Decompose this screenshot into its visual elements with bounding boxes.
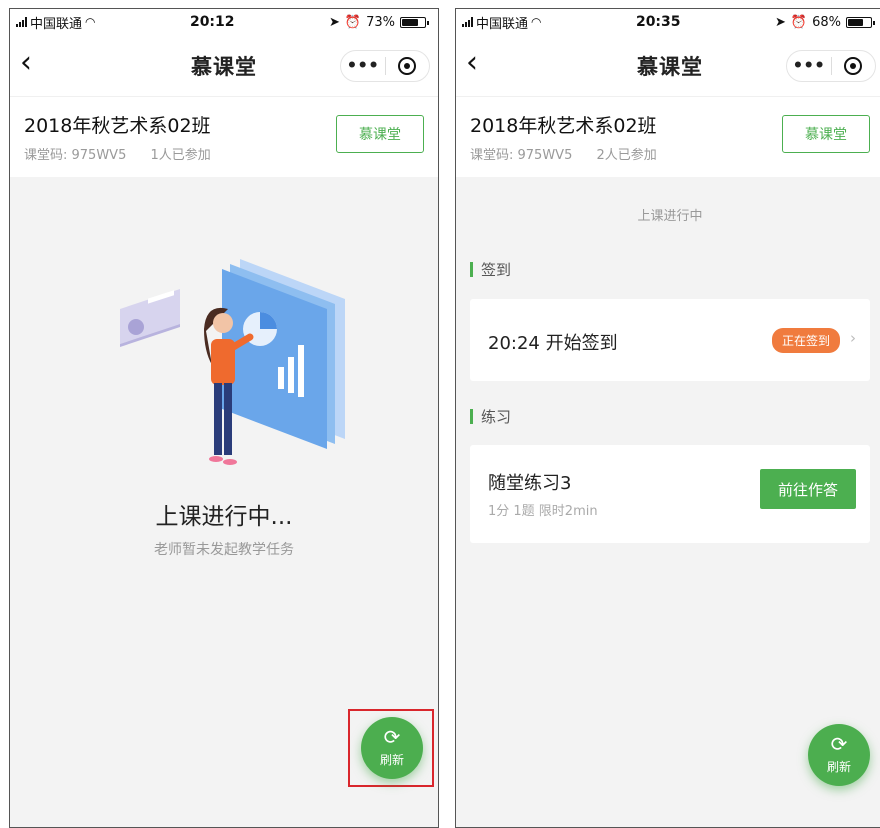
signal-icon [16,17,27,27]
participant-count: 1人已参加 [150,148,211,163]
miniprogram-capsule: ••• [786,50,876,82]
presentation-board [222,259,345,449]
more-icon[interactable]: ••• [341,56,385,76]
close-miniprogram-icon[interactable] [832,56,876,76]
status-bar: 中国联通 ◠ 20:35 ➤ ⏰ 68% [456,9,880,35]
location-icon: ➤ [774,14,786,30]
carrier-name: 中国联通 [30,16,83,32]
start-answer-button[interactable]: 前往作答 [760,469,856,509]
section-practice-header: 练习 [470,406,511,427]
phone-screen-left: 中国联通 ◠ 20:12 ➤ ⏰ 73% ‹ 慕课堂 ••• 2018年秋艺术系… [9,8,439,828]
status-time: 20:12 [189,14,235,30]
wifi-icon: ◠ [531,15,542,29]
refresh-button[interactable]: ⟳ 刷新 [808,724,870,786]
battery-percent: 73% [366,14,395,30]
refresh-icon: ⟳ [830,732,848,756]
practice-meta: 1分 1题 限时2min [488,504,598,519]
session-status: 上课进行中 [637,209,703,224]
wifi-icon: ◠ [85,15,96,29]
page-title: 慕课堂 [191,54,257,79]
section-checkin-header: 签到 [470,259,511,280]
mooc-button[interactable]: 慕课堂 [782,115,870,153]
class-info: 2018年秋艺术系02班 课堂码: 975WV5 2人已参加 慕课堂 [456,97,880,177]
page-title: 慕课堂 [637,54,703,79]
practice-title: 随堂练习3 [488,473,572,494]
nav-bar: ‹ 慕课堂 ••• [456,35,880,97]
checkin-card[interactable]: 20:24 开始签到 正在签到 › [470,299,870,381]
back-icon[interactable]: ‹ [466,48,478,78]
back-icon[interactable]: ‹ [20,48,32,78]
status-bar: 中国联通 ◠ 20:12 ➤ ⏰ 73% [10,9,438,35]
signal-icon [462,17,473,27]
teaching-illustration [120,259,345,465]
chevron-right-icon: › [850,329,856,347]
nav-bar: ‹ 慕课堂 ••• [10,35,438,97]
checkin-title: 20:24 开始签到 [488,333,618,354]
checkin-status-badge: 正在签到 [771,328,840,353]
phone-screen-right: 中国联通 ◠ 20:35 ➤ ⏰ 68% ‹ 慕课堂 ••• 2018年秋艺术系… [455,8,880,828]
refresh-label: 刷新 [379,753,404,767]
mooc-button[interactable]: 慕课堂 [336,115,424,153]
more-icon[interactable]: ••• [787,56,831,76]
battery-icon [845,16,875,28]
refresh-button[interactable]: ⟳ 刷新 [361,717,423,779]
refresh-icon: ⟳ [383,725,401,749]
class-info: 2018年秋艺术系02班 课堂码: 975WV5 1人已参加 慕课堂 [10,97,438,177]
alarm-icon: ⏰ [344,14,362,30]
practice-card[interactable]: 随堂练习3 1分 1题 限时2min 前往作答 [470,445,870,543]
close-miniprogram-icon[interactable] [386,56,430,76]
chat-bubble-icon [120,289,180,347]
participant-count: 2人已参加 [596,148,657,163]
alarm-icon: ⏰ [790,14,808,30]
location-icon: ➤ [328,14,340,30]
refresh-label: 刷新 [826,760,851,774]
status-time: 20:35 [635,14,681,30]
class-code: 课堂码: 975WV5 [24,148,127,163]
miniprogram-capsule: ••• [340,50,430,82]
battery-percent: 68% [812,14,841,30]
carrier-name: 中国联通 [476,16,529,32]
battery-icon [399,16,429,28]
class-code: 课堂码: 975WV5 [470,148,573,163]
empty-state-subtitle: 老师暂未发起教学任务 [154,542,294,558]
empty-state-title: 上课进行中... [155,504,293,530]
